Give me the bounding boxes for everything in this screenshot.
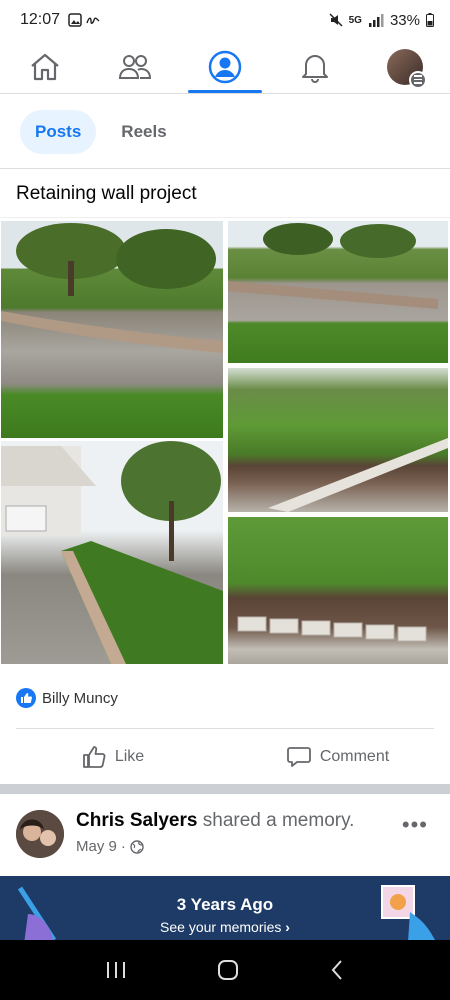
memory-headline: Chris Salyers shared a memory. — [76, 810, 354, 832]
back-icon[interactable] — [329, 959, 345, 981]
signal-icon — [368, 14, 384, 27]
like-label: Like — [114, 748, 145, 765]
banner-subtitle: See your memories — [160, 919, 282, 935]
comment-button[interactable]: Comment — [225, 732, 450, 782]
post-meta: May 9 · — [76, 838, 144, 855]
status-time: 12:07 — [20, 11, 61, 28]
gallery-icon — [68, 13, 82, 27]
memory-post-header: Chris Salyers shared a memory. May 9 · •… — [0, 800, 450, 870]
battery-percent: 33% — [389, 11, 420, 29]
chevron-right-icon: › — [285, 919, 290, 935]
comment-icon — [286, 747, 311, 767]
home-icon — [31, 53, 59, 80]
battery-icon — [426, 13, 434, 27]
menu-avatar-icon — [387, 48, 427, 89]
tab-reels[interactable]: Reels — [106, 110, 181, 154]
thumbs-up-icon — [82, 746, 106, 768]
tab-home[interactable] — [0, 40, 90, 93]
signature-icon — [86, 17, 100, 24]
reactions-summary[interactable]: Billy Muncy — [16, 688, 118, 708]
tab-posts[interactable]: Posts — [20, 109, 97, 154]
post-photo-5[interactable] — [228, 517, 448, 664]
post-photo-4[interactable] — [1, 441, 223, 664]
reactor-name: Billy Muncy — [42, 689, 118, 707]
post-photo-3[interactable] — [228, 368, 448, 512]
avatar[interactable] — [16, 810, 64, 858]
home-button-icon[interactable] — [217, 959, 239, 981]
comment-label: Comment — [319, 748, 390, 765]
tab-profile[interactable] — [180, 40, 270, 93]
tab-menu[interactable] — [360, 40, 450, 93]
more-options-button[interactable]: ••• — [402, 812, 428, 838]
like-button[interactable]: Like — [0, 732, 225, 782]
friends-icon — [118, 54, 152, 79]
recents-icon[interactable] — [105, 960, 127, 980]
menu-overlay-icon — [409, 70, 427, 89]
pencil-hand-icon — [17, 886, 57, 940]
post-title: Retaining wall project — [0, 170, 450, 218]
photo-hand-icon — [381, 885, 435, 940]
content-tabs: Posts Reels — [0, 95, 450, 169]
status-bar: 12:07 5G 33% — [0, 0, 450, 40]
like-reaction-icon — [16, 688, 36, 708]
feed-separator — [0, 784, 450, 794]
network-label: 5G — [348, 14, 362, 26]
bell-icon — [302, 54, 328, 83]
tab-friends[interactable] — [90, 40, 180, 93]
globe-icon — [130, 839, 144, 854]
memories-banner[interactable]: 3 Years Ago See your memories › — [0, 876, 450, 940]
system-nav-bar — [0, 940, 450, 1000]
tab-notifications[interactable] — [270, 40, 360, 93]
divider — [16, 728, 434, 729]
post-photo-2[interactable] — [228, 221, 448, 363]
post-actions: Like Comment — [0, 732, 450, 782]
post-date[interactable]: May 9 — [76, 838, 117, 855]
profile-icon — [208, 50, 242, 83]
mute-icon — [329, 13, 343, 27]
post-photo-1[interactable] — [1, 221, 223, 438]
top-nav — [0, 40, 450, 94]
memory-action: shared a memory. — [197, 810, 355, 831]
author-name[interactable]: Chris Salyers — [76, 810, 197, 831]
